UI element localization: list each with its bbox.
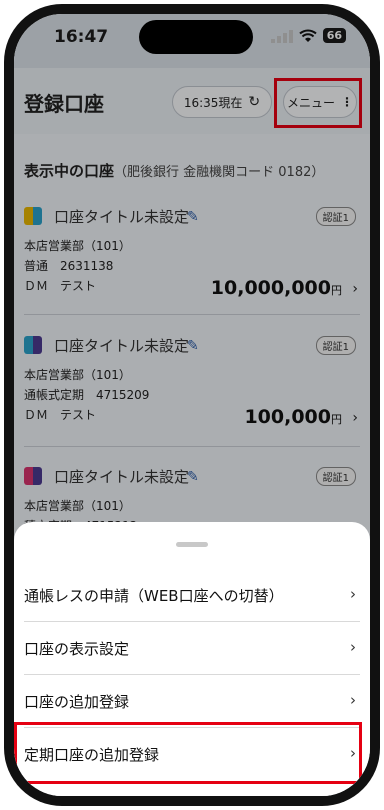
menu-item-label: 口座の追加登録 xyxy=(24,693,130,711)
highlight-box-time-deposit xyxy=(14,722,362,784)
sheet-grab-handle[interactable] xyxy=(176,542,208,547)
menu-item-passbookless[interactable]: 通帳レスの申請（WEB口座への切替） › xyxy=(24,570,360,622)
divider xyxy=(24,674,360,675)
menu-item-label: 通帳レスの申請（WEB口座への切替） xyxy=(24,587,284,605)
menu-item-label: 口座の表示設定 xyxy=(24,640,130,658)
chevron-right-icon: › xyxy=(350,585,356,603)
chevron-right-icon: › xyxy=(350,691,356,709)
divider xyxy=(24,621,360,622)
chevron-right-icon: › xyxy=(350,638,356,656)
screen: 16:47 66 登録口座 16:35現在 ↻ メニュー ⋮ 表示中の口座（肥後… xyxy=(14,14,370,796)
menu-bottom-sheet: 通帳レスの申請（WEB口座への切替） › 口座の表示設定 › 口座の追加登録 ›… xyxy=(14,522,370,796)
menu-item-display-settings[interactable]: 口座の表示設定 › xyxy=(24,623,360,675)
menu-item-add-account[interactable]: 口座の追加登録 › xyxy=(24,676,360,728)
phone-frame: 16:47 66 登録口座 16:35現在 ↻ メニュー ⋮ 表示中の口座（肥後… xyxy=(4,4,380,806)
